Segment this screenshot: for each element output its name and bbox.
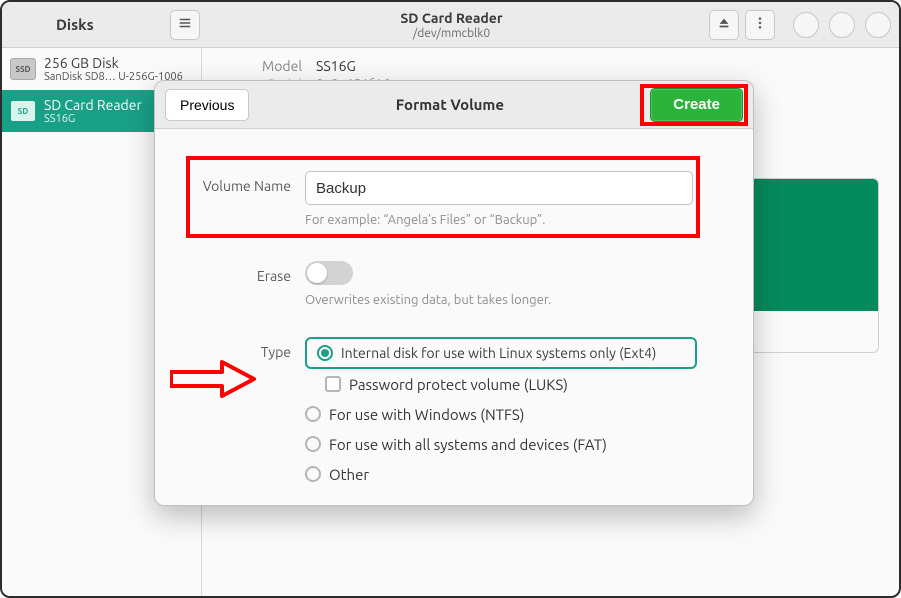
header-device-path: /dev/mmcblk0	[200, 27, 703, 40]
header-bar: Disks SD Card Reader /dev/mmcblk0	[2, 2, 899, 48]
volume-name-label: Volume Name	[175, 171, 305, 194]
previous-button[interactable]: Previous	[165, 89, 249, 121]
dialog-body: Volume Name For example: “Angela’s Files…	[155, 129, 753, 506]
switch-knob	[307, 263, 327, 283]
type-option-label: For use with Windows (NTFS)	[329, 406, 524, 423]
type-option-other[interactable]: Other	[305, 459, 733, 489]
header-actions	[703, 10, 891, 40]
type-option-luks[interactable]: Password protect volume (LUKS)	[305, 369, 733, 399]
window-maximize-button[interactable]	[829, 12, 855, 38]
type-option-label: Internal disk for use with Linux systems…	[341, 345, 656, 361]
drive-menu-button[interactable]	[745, 10, 775, 40]
app-menu-button[interactable]	[170, 10, 200, 40]
type-row: Type Internal disk for use with Linux sy…	[175, 337, 733, 489]
window-minimize-button[interactable]	[793, 12, 819, 38]
eject-button[interactable]	[709, 10, 739, 40]
volume-name-input[interactable]	[305, 171, 693, 205]
dialog-header: Previous Format Volume Create	[155, 81, 753, 129]
hamburger-icon	[178, 16, 192, 33]
kebab-icon	[753, 16, 767, 33]
checkbox-icon	[325, 376, 341, 392]
type-option-fat[interactable]: For use with all systems and devices (FA…	[305, 429, 733, 459]
type-option-label: For use with all systems and devices (FA…	[329, 436, 607, 453]
type-option-label: Password protect volume (LUKS)	[349, 376, 568, 393]
radio-icon	[305, 436, 321, 452]
erase-switch[interactable]	[305, 261, 353, 285]
create-button[interactable]: Create	[650, 88, 743, 122]
eject-icon	[717, 16, 731, 33]
erase-label: Erase	[175, 261, 305, 284]
radio-icon	[305, 466, 321, 482]
dialog-title: Format Volume	[259, 96, 640, 113]
erase-hint: Overwrites existing data, but takes long…	[305, 293, 733, 307]
format-volume-dialog: Previous Format Volume Create Volume Nam…	[154, 80, 754, 506]
radio-icon	[305, 406, 321, 422]
volume-name-row: Volume Name For example: “Angela’s Files…	[175, 171, 733, 227]
type-label: Type	[175, 337, 305, 360]
window-close-button[interactable]	[865, 12, 891, 38]
type-option-label: Other	[329, 466, 369, 483]
erase-row: Erase Overwrites existing data, but take…	[175, 261, 733, 307]
volume-name-hint: For example: “Angela’s Files” or “Backup…	[305, 213, 733, 227]
type-option-ext4[interactable]: Internal disk for use with Linux systems…	[305, 337, 697, 369]
header-device-title: SD Card Reader	[200, 10, 703, 26]
header-title-block: SD Card Reader /dev/mmcblk0	[200, 10, 703, 40]
gnome-disks-window: Disks SD Card Reader /dev/mmcblk0	[0, 0, 901, 598]
type-option-ntfs[interactable]: For use with Windows (NTFS)	[305, 399, 733, 429]
radio-icon	[317, 345, 333, 361]
